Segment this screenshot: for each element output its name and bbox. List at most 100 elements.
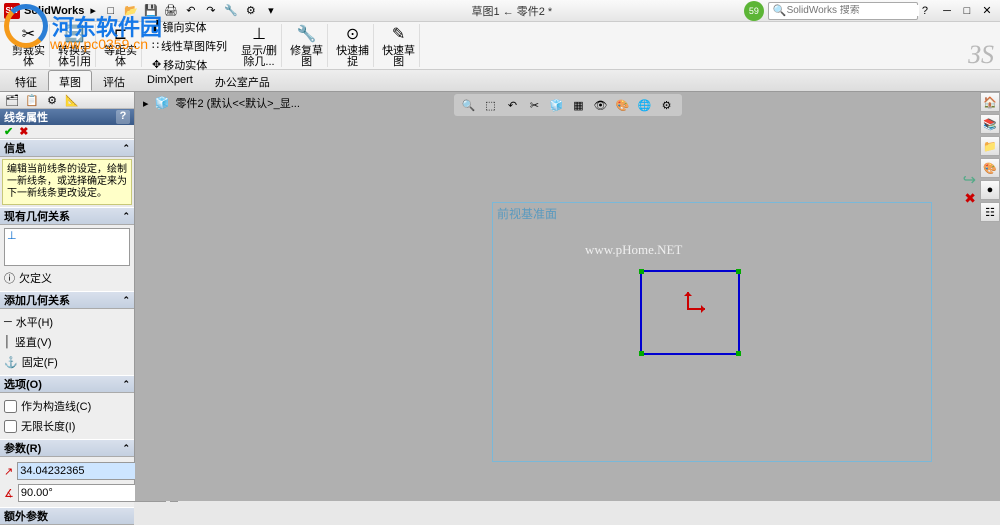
file-explorer-tab[interactable]: 📁 [980,136,1000,156]
collapse-icon: ⌃ [122,143,130,154]
task-pane: 🏠 📚 📁 🎨 ● ☷ [980,92,1000,222]
resources-tab[interactable]: 🏠 [980,92,1000,112]
snap-icon: ⊙ [346,24,359,44]
graphics-viewport[interactable]: ▸ 🧊 零件2 (默认<<默认>_显... 🔍 ⬚ ↶ ✂ 🧊 ▦ 👁 🎨 🌐 … [135,92,1000,501]
part-icon: 🧊 [155,96,170,110]
add-relations-body: ─水平(H) │竖直(V) ⚓固定(F) [0,309,134,375]
hide-show-button[interactable]: 👁 [592,96,610,114]
view-orient-button[interactable]: 🧊 [548,96,566,114]
length-icon: ↗ [4,465,13,478]
under-defined-status: ⓘ 欠定义 [4,268,130,288]
info-section-header[interactable]: 信息 ⌃ [0,139,134,157]
ds-logo-icon: ЗS [968,40,994,70]
config-tab-icon[interactable]: ⚙ [44,92,60,108]
tab-features[interactable]: 特征 [4,70,48,91]
quick-snap-button[interactable]: ⊙ 快速捕捉 [332,24,374,67]
confirm-corner-icon[interactable]: ↪ [963,170,976,190]
minimize-button[interactable]: ─ [938,4,956,18]
prev-view-button[interactable]: ↶ [504,96,522,114]
property-help-icon[interactable]: ? [116,110,130,124]
zoom-fit-button[interactable]: 🔍 [460,96,478,114]
watermark-text: www.pHome.NET [585,242,682,258]
appearances-tab[interactable]: ● [980,180,1000,200]
cancel-button[interactable]: ✖ [19,125,28,138]
dim-tab-icon[interactable]: 📐 [64,92,80,108]
existing-relations-header[interactable]: 现有几何关系 ⌃ [0,207,134,225]
fix-relation-button[interactable]: ⚓固定(F) [4,352,130,372]
rapid-icon: ✎ [392,24,405,44]
view-toolbar: 🔍 ⬚ ↶ ✂ 🧊 ▦ 👁 🎨 🌐 ⚙ [454,94,682,116]
vertex-icon[interactable] [639,351,644,356]
repair-sketch-button[interactable]: 🔧 修复草图 [286,24,328,67]
overlay-logo-icon [4,4,48,48]
breadcrumb-text[interactable]: 零件2 (默认<<默认>_显... [175,95,299,111]
construction-checkbox[interactable] [4,400,17,413]
property-header: 线条属性 ? [0,109,134,125]
maximize-button[interactable]: □ [958,4,976,18]
collapse-icon: ⌃ [122,211,130,222]
appearance-button[interactable]: 🎨 [614,96,632,114]
angle-icon: ∡ [4,487,14,500]
tab-sketch[interactable]: 草图 [48,70,92,91]
help-icon[interactable]: ? [922,5,928,17]
confirm-row: ✔ ✖ [0,125,134,139]
scene-button[interactable]: 🌐 [636,96,654,114]
qat-more-button[interactable]: ▾ [262,2,280,20]
view-settings-button[interactable]: ⚙ [658,96,676,114]
overlay-url: www.pc0359.cn [50,36,148,52]
cancel-sketch-icon[interactable]: ✖ [964,190,976,207]
collapse-icon: ⌃ [122,379,130,390]
search-box[interactable]: 🔍 [768,2,918,20]
custom-props-tab[interactable]: ☷ [980,202,1000,222]
property-title: 线条属性 [4,109,48,125]
horizontal-relation-button[interactable]: ─水平(H) [4,312,130,332]
expand-icon[interactable]: ▸ [143,97,149,110]
info-icon: ⓘ [4,270,15,286]
collapse-icon: ⌃ [122,443,130,454]
info-message: 编辑当前线条的设定，绘制一新线条，或选择确定来为下一新线条更改设定。 [2,159,132,205]
existing-relations-body: ⊥ ⓘ 欠定义 [0,225,134,291]
notification-badge[interactable]: 59 [744,1,764,21]
tab-evaluate[interactable]: 评估 [92,70,136,91]
main-area: 🗂 📋 ⚙ 📐 线条属性 ? ✔ ✖ 信息 ⌃ 编辑当前线条的设定，绘制一新线条… [0,92,1000,501]
repair-icon: 🔧 [297,24,317,44]
params-body: ↗ ▲▼ ∡ ▲▼ [0,457,134,507]
plane-label: 前视基准面 [497,205,557,222]
search-input[interactable] [787,5,919,16]
options-button[interactable]: ⚙ [242,2,260,20]
relation-anchor-icon: ⊥ [7,230,17,242]
ok-button[interactable]: ✔ [4,125,13,138]
horizontal-icon: ─ [4,316,12,328]
add-relations-header[interactable]: 添加几何关系 ⌃ [0,291,134,309]
display-relations-button[interactable]: ⊥ 显示/删除几... [237,24,282,67]
manager-tabs: 🗂 📋 ⚙ 📐 [0,92,134,109]
tab-office[interactable]: 办公室产品 [204,70,281,91]
source-watermark: 河东软件园 www.pc0359.cn [4,4,162,48]
search-icon: 🔍 [773,4,787,17]
x-axis-icon [687,308,705,310]
options-section-header[interactable]: 选项(O) ⌃ [0,375,134,393]
vertex-icon[interactable] [736,351,741,356]
zoom-area-button[interactable]: ⬚ [482,96,500,114]
section-view-button[interactable]: ✂ [526,96,544,114]
view-palette-tab[interactable]: 🎨 [980,158,1000,178]
property-tab-icon[interactable]: 📋 [24,92,40,108]
infinite-checkbox[interactable] [4,420,17,433]
display-style-button[interactable]: ▦ [570,96,588,114]
tab-dimxpert[interactable]: DimXpert [136,70,204,91]
feature-tree-icon[interactable]: 🗂 [4,92,20,108]
command-tabs: 特征 草图 评估 DimXpert 办公室产品 [0,70,1000,92]
relations-list[interactable]: ⊥ [4,228,130,266]
vertical-relation-button[interactable]: │竖直(V) [4,332,130,352]
sketch-rectangle[interactable] [640,270,740,355]
close-button[interactable]: ✕ [978,4,996,18]
design-lib-tab[interactable]: 📚 [980,114,1000,134]
fix-icon: ⚓ [4,356,18,369]
vertical-icon: │ [4,336,11,348]
collapse-icon: ⌃ [122,295,130,306]
rapid-sketch-button[interactable]: ✎ 快速草图 [378,24,420,67]
options-body: 作为构造线(C) 无限长度(I) [0,393,134,439]
params-section-header[interactable]: 参数(R) ⌃ [0,439,134,457]
document-title: 草图1 ← 零件2 * [280,3,744,19]
extra-params-header[interactable]: 额外参数 [0,507,134,525]
